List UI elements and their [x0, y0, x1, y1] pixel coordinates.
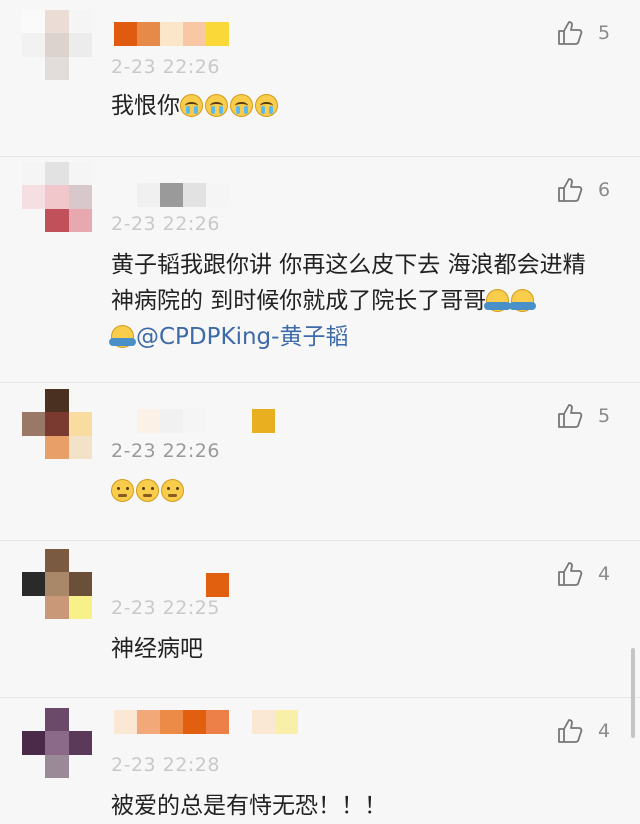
comment-item: 2-23 22:26 黄子韬我跟你讲 你再这么皮下去 海浪都会进精神病院的 到时… — [0, 157, 640, 383]
comment-item: 2-23 22:26 5 — [0, 383, 640, 541]
thumbs-up-icon — [558, 178, 583, 202]
comment-timestamp: 2-23 22:26 — [111, 213, 220, 235]
hug-icon — [484, 289, 512, 312]
hug-icon — [509, 289, 537, 312]
like-count: 5 — [598, 22, 611, 44]
thumbs-up-icon — [558, 562, 583, 586]
like-button[interactable]: 5 — [556, 18, 616, 48]
crying-icon — [180, 94, 203, 117]
crying-icon — [230, 94, 253, 117]
avatar[interactable] — [22, 10, 92, 80]
username[interactable] — [114, 22, 229, 46]
like-button[interactable]: 5 — [556, 401, 616, 431]
comment-text: 被爱的总是有恃无恐！！！ — [111, 793, 387, 819]
comment-text: 神经病吧 — [111, 636, 203, 662]
avatar[interactable] — [22, 549, 92, 619]
comment-item: 2-23 22:28 被爱的总是有恃无恐！！！ 4 — [0, 698, 640, 819]
username[interactable] — [114, 573, 229, 597]
crying-icon — [255, 94, 278, 117]
comment-timestamp: 2-23 22:25 — [111, 597, 220, 619]
like-count: 4 — [598, 720, 611, 742]
comment-text: 黄子韬我跟你讲 你再这么皮下去 海浪都会进精神病院的 到时候你就成了院长了哥哥 … — [109, 252, 586, 350]
avatar[interactable] — [22, 708, 92, 778]
comment-item: 2-23 22:26 我恨你 5 — [0, 0, 640, 157]
thumbs-up-icon — [558, 21, 583, 45]
avatar[interactable] — [22, 389, 92, 459]
thinking-icon — [136, 479, 159, 502]
comment-timestamp: 2-23 22:26 — [111, 56, 220, 78]
comment-timestamp: 2-23 22:28 — [111, 754, 220, 776]
comment-timestamp: 2-23 22:26 — [111, 440, 220, 462]
hug-icon — [109, 325, 136, 348]
user-mention-link[interactable]: @CPDPKing-黄子韬 — [136, 324, 348, 350]
username[interactable] — [114, 183, 229, 207]
comment-text: 我恨你 — [111, 88, 600, 124]
comment-feed: 2-23 22:26 我恨你 5 2-23 22:26 黄子韬我跟你讲 你再这么… — [0, 0, 640, 819]
thumbs-up-icon — [558, 719, 583, 743]
thinking-icon — [161, 479, 184, 502]
like-count: 4 — [598, 563, 611, 585]
like-count: 6 — [598, 179, 611, 201]
username[interactable] — [114, 409, 275, 433]
avatar[interactable] — [22, 162, 92, 232]
like-button[interactable]: 6 — [556, 175, 616, 205]
crying-icon — [205, 94, 228, 117]
comment-item: 2-23 22:25 神经病吧 4 — [0, 541, 640, 698]
like-button[interactable]: 4 — [556, 716, 616, 746]
like-count: 5 — [598, 405, 611, 427]
scrollbar[interactable] — [631, 648, 635, 738]
comment-text — [111, 473, 600, 509]
thinking-icon — [111, 479, 134, 502]
username[interactable] — [114, 710, 298, 734]
thumbs-up-icon — [558, 404, 583, 428]
like-button[interactable]: 4 — [556, 559, 616, 589]
